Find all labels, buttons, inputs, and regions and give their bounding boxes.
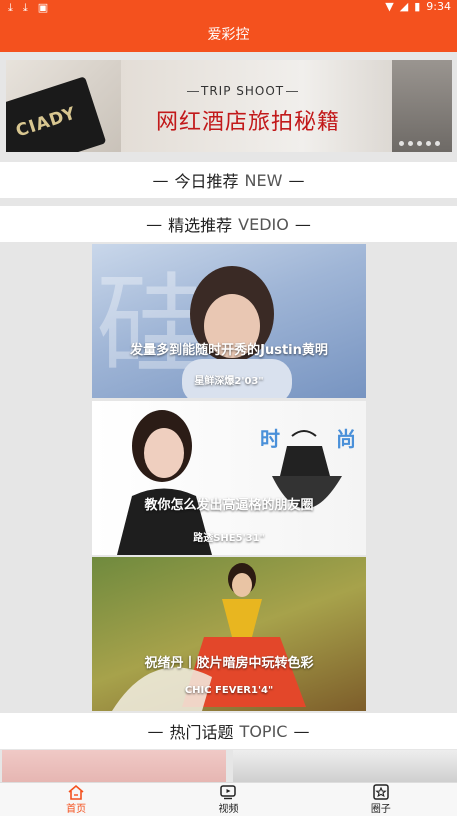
- tab-label: 首页: [66, 804, 87, 815]
- video-card[interactable]: 硅 发量多到能随时开秀的Justin黄明 星鲜深爆2'03": [92, 244, 366, 398]
- page-title: 爱彩控: [207, 26, 250, 43]
- download-icon: ⤓: [8, 1, 13, 14]
- app-header: 爱彩控: [0, 15, 457, 52]
- video-title: 发量多到能随时开秀的Justin黄明: [130, 343, 328, 358]
- topic-card[interactable]: [2, 750, 226, 782]
- topic-list: [0, 750, 457, 782]
- status-bar: ⤓ ⤓ ▣ ▼ ◢ ▮ 9:34: [0, 0, 457, 15]
- carousel-indicator: [399, 141, 440, 146]
- banner-kicker: TRIP SHOOT: [186, 84, 299, 98]
- carousel-dot: [426, 141, 431, 146]
- tab-label: 视频: [218, 804, 239, 815]
- video-subtitle: CHIC FEVER1'4": [184, 685, 274, 696]
- battery-icon: ▮: [414, 0, 421, 13]
- section-topics-header: — 热门话题 TOPIC —: [0, 713, 457, 749]
- status-time: 9:34: [426, 0, 451, 13]
- video-card[interactable]: 时 尚 教你怎么发出高逼格的朋友圈 路透SHE5'31": [92, 401, 366, 555]
- video-title: 祝绪丹丨胶片暗房中玩转色彩: [144, 656, 314, 671]
- section-featured-header: — 精选推荐 VEDIO —: [0, 206, 457, 242]
- section-title: 今日推荐: [174, 172, 239, 191]
- tab-video[interactable]: 视频: [152, 783, 304, 816]
- download-icon: ⤓: [22, 1, 28, 14]
- topic-card[interactable]: [233, 750, 457, 782]
- video-icon: [220, 785, 237, 800]
- tab-home[interactable]: 首页: [0, 783, 152, 816]
- video-title: 教你怎么发出高逼格的朋友圈: [144, 498, 314, 513]
- carousel-dot: [399, 141, 404, 146]
- section-subtitle: VEDIO: [238, 214, 289, 234]
- section-subtitle: TOPIC: [239, 721, 288, 741]
- banner-title: 网红酒店旅拍秘籍: [156, 110, 341, 135]
- svg-text:时: 时: [260, 427, 280, 451]
- svg-text:尚: 尚: [336, 427, 356, 451]
- app-icon: ▣: [37, 1, 49, 14]
- video-card[interactable]: 祝绪丹丨胶片暗房中玩转色彩 CHIC FEVER1'4": [92, 557, 366, 711]
- tab-circle[interactable]: 圈子: [305, 783, 457, 816]
- carousel-dot: [408, 141, 413, 146]
- section-title: 热门话题: [169, 723, 234, 742]
- star-icon: [373, 784, 389, 800]
- section-title: 精选推荐: [168, 216, 233, 235]
- tab-label: 圈子: [370, 804, 391, 815]
- banner-person-image: [392, 60, 452, 152]
- carousel-dot: [435, 141, 440, 146]
- wifi-icon: ▼: [385, 0, 394, 13]
- video-subtitle: 星鲜深爆2'03": [194, 376, 264, 387]
- home-icon: [68, 784, 84, 800]
- bottom-tab-bar: 首页 视频 圈子: [0, 782, 457, 816]
- clutch-bag-image: CIADY: [6, 76, 107, 152]
- video-subtitle: 路透SHE5'31": [193, 533, 265, 544]
- signal-icon: ◢: [399, 0, 409, 13]
- banner-carousel[interactable]: CIADY TRIP SHOOT 网红酒店旅拍秘籍: [6, 60, 452, 152]
- section-today-header: — 今日推荐 NEW —: [0, 162, 457, 198]
- banner-image-left: CIADY: [6, 60, 121, 152]
- section-subtitle: NEW: [244, 170, 283, 190]
- carousel-dot: [417, 141, 422, 146]
